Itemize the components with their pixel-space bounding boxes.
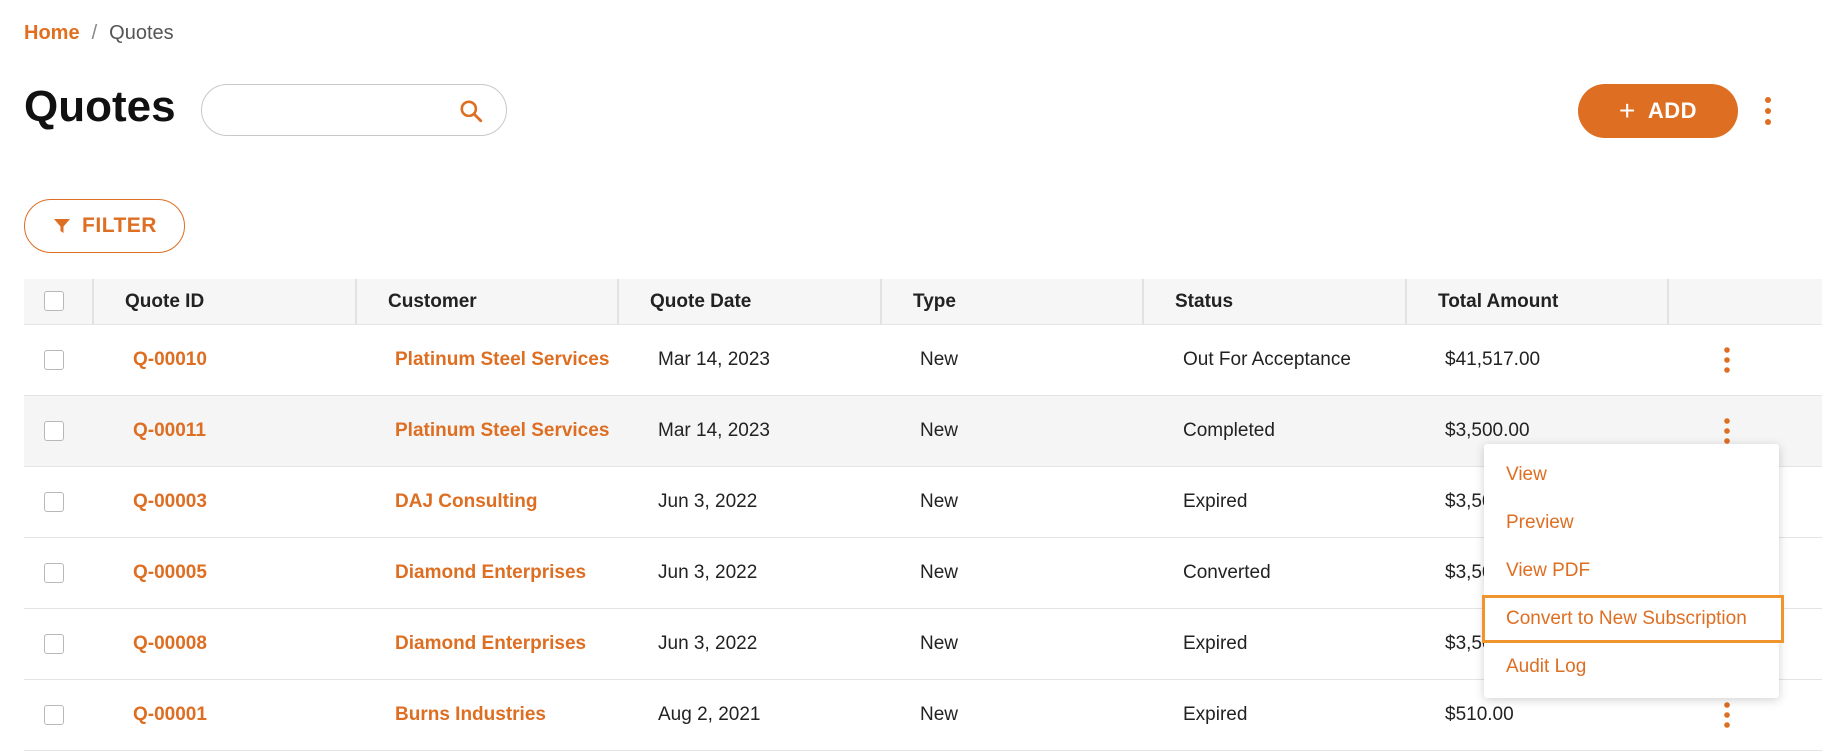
quote-status: Expired <box>1183 491 1248 512</box>
column-header-total-amount[interactable]: Total Amount <box>1438 279 1558 324</box>
column-header-customer[interactable]: Customer <box>388 279 477 324</box>
customer-link[interactable]: Platinum Steel Services <box>395 396 609 466</box>
quote-type: New <box>920 420 959 441</box>
page-title: Quotes <box>24 82 176 131</box>
customer-link[interactable]: DAJ Consulting <box>395 467 538 537</box>
quote-status: Out For Acceptance <box>1183 349 1351 370</box>
menu-item-view-pdf[interactable]: View PDF <box>1484 547 1779 595</box>
table-row[interactable]: Q-00010 Platinum Steel Services Mar 14, … <box>24 325 1822 396</box>
customer-link[interactable]: Burns Industries <box>395 680 546 750</box>
row-actions-kebab-icon[interactable] <box>1720 345 1734 375</box>
menu-item-convert-to-new-subscription[interactable]: Convert to New Subscription <box>1482 595 1784 643</box>
total-amount: $41,517.00 <box>1445 349 1541 370</box>
quote-status: Expired <box>1183 704 1248 725</box>
quote-id-link[interactable]: Q-00010 <box>133 325 207 395</box>
column-header-status[interactable]: Status <box>1175 279 1233 324</box>
quote-status: Expired <box>1183 633 1248 654</box>
filter-button[interactable]: FILTER <box>24 199 185 253</box>
table-header: Quote ID Customer Quote Date Type Status… <box>24 279 1822 325</box>
column-header-type[interactable]: Type <box>913 279 956 324</box>
search-icon[interactable] <box>458 98 484 124</box>
quote-date: Jun 3, 2022 <box>658 562 758 583</box>
search-box[interactable] <box>201 84 507 136</box>
column-header-quote-date[interactable]: Quote Date <box>650 279 751 324</box>
quote-date: Mar 14, 2023 <box>658 349 770 370</box>
menu-item-view[interactable]: View <box>1484 451 1779 499</box>
breadcrumb-current: Quotes <box>109 22 174 44</box>
row-checkbox[interactable] <box>44 492 64 512</box>
breadcrumb-home-link[interactable]: Home <box>24 22 80 45</box>
row-checkbox[interactable] <box>44 634 64 654</box>
column-header-quote-id[interactable]: Quote ID <box>125 279 204 324</box>
quote-id-link[interactable]: Q-00003 <box>133 467 207 537</box>
quote-id-link[interactable]: Q-00001 <box>133 680 207 750</box>
quote-type: New <box>920 491 959 512</box>
row-checkbox[interactable] <box>44 705 64 725</box>
quote-date: Mar 14, 2023 <box>658 420 770 441</box>
customer-link[interactable]: Diamond Enterprises <box>395 538 586 608</box>
quote-type: New <box>920 633 959 654</box>
funnel-icon <box>54 219 71 233</box>
quote-type: New <box>920 562 959 583</box>
more-options-kebab-icon[interactable] <box>1760 95 1776 127</box>
quote-type: New <box>920 704 959 725</box>
row-actions-kebab-icon[interactable] <box>1720 416 1734 446</box>
row-actions-kebab-icon[interactable] <box>1720 700 1734 730</box>
customer-link[interactable]: Diamond Enterprises <box>395 609 586 679</box>
add-button-label: ADD <box>1647 98 1698 123</box>
quote-date: Jun 3, 2022 <box>658 633 758 654</box>
row-actions-menu: View Preview View PDF Convert to New Sub… <box>1482 444 1784 698</box>
quote-status: Completed <box>1183 420 1275 441</box>
filter-button-label: FILTER <box>82 214 157 237</box>
quote-status: Converted <box>1183 562 1271 583</box>
search-input[interactable] <box>222 97 456 125</box>
quote-id-link[interactable]: Q-00011 <box>133 396 206 466</box>
quote-date: Aug 2, 2021 <box>658 704 761 725</box>
quote-id-link[interactable]: Q-00005 <box>133 538 207 608</box>
menu-item-audit-log[interactable]: Audit Log <box>1484 643 1779 691</box>
menu-item-preview[interactable]: Preview <box>1484 499 1779 547</box>
quote-type: New <box>920 349 959 370</box>
quote-id-link[interactable]: Q-00008 <box>133 609 207 679</box>
row-checkbox[interactable] <box>44 350 64 370</box>
select-all-checkbox[interactable] <box>44 291 64 311</box>
row-checkbox[interactable] <box>44 421 64 441</box>
breadcrumb: Home / Quotes <box>24 22 174 45</box>
add-button[interactable]: + ADD <box>1578 84 1738 138</box>
plus-icon: + <box>1618 95 1636 126</box>
row-checkbox[interactable] <box>44 563 64 583</box>
customer-link[interactable]: Platinum Steel Services <box>395 325 609 395</box>
breadcrumb-separator: / <box>91 22 98 44</box>
quote-date: Jun 3, 2022 <box>658 491 758 512</box>
